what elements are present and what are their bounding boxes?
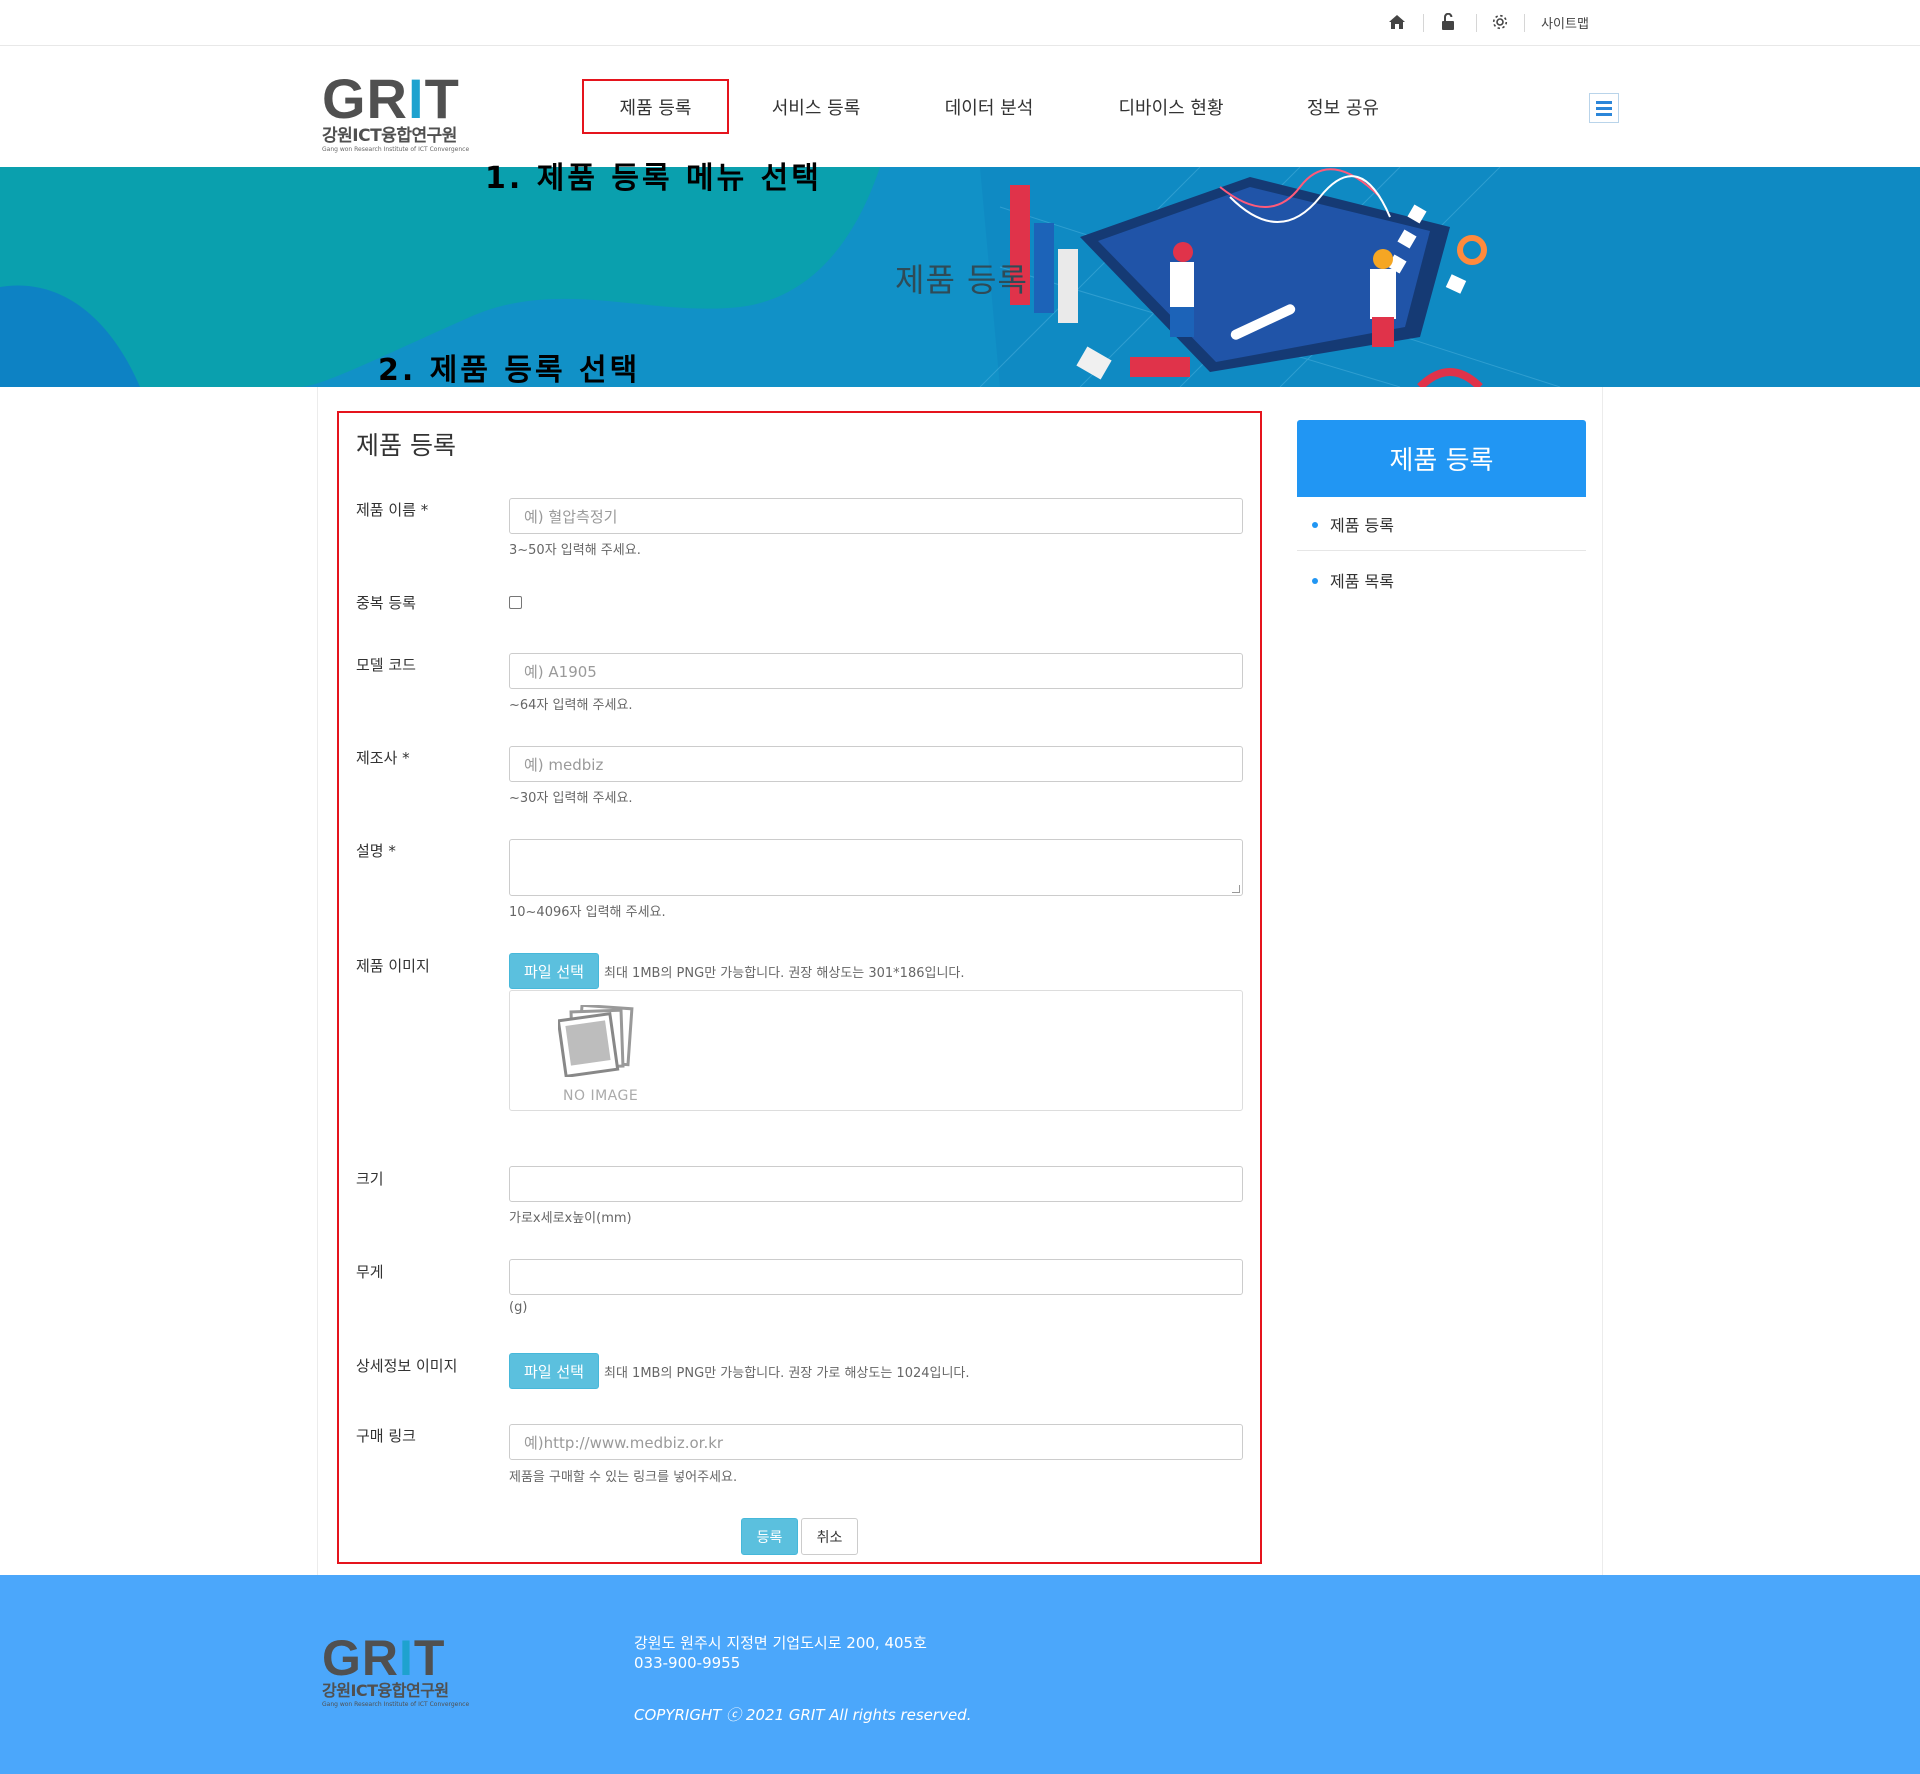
nav-highlight-box [582, 79, 729, 134]
utility-divider [1476, 14, 1477, 32]
product-image-label: 제품 이미지 [356, 957, 430, 975]
detail-image-note: 최대 1MB의 PNG만 가능합니다. 권장 가로 해상도는 1024입니다. [604, 1366, 970, 1381]
sitemap-link[interactable]: 사이트맵 [1532, 10, 1598, 34]
manufacturer-label: 제조사 * [356, 749, 410, 767]
site-logo[interactable]: GRIT 강원ICT융합연구원 Gang won Research Instit… [322, 67, 482, 154]
no-image-label: NO IMAGE [563, 1088, 639, 1104]
footer-copyright: COPYRIGHT ⓒ 2021 GRIT All rights reserve… [634, 1706, 972, 1724]
weight-label: 무게 [356, 1263, 384, 1281]
footer-logo: GRIT 강원ICT융합연구원 Gang won Research Instit… [322, 1630, 482, 1715]
nav-device-status[interactable]: 디바이스 현황 [1101, 46, 1241, 167]
model-code-help: ~64자 입력해 주세요. [509, 698, 633, 713]
home-icon[interactable] [1384, 10, 1410, 34]
purchase-link-input[interactable]: 예)http://www.medbiz.or.kr [509, 1424, 1243, 1460]
model-code-label: 모델 코드 [356, 656, 416, 674]
footer: GRIT 강원ICT융합연구원 Gang won Research Instit… [0, 1575, 1920, 1774]
side-item-label: 제품 목록 [1330, 572, 1394, 591]
utility-bar: 사이트맵 [0, 0, 1920, 46]
bullet-icon [1312, 578, 1318, 584]
content-border-right [1602, 387, 1603, 1575]
page-banner: 제품 등록 [0, 167, 1920, 387]
nav-data-analysis[interactable]: 데이터 분석 [925, 46, 1053, 167]
annotation-step1: 1. 제품 등록 메뉴 선택 [485, 161, 822, 196]
banner-title: 제품 등록 [895, 261, 1028, 299]
size-label: 크기 [356, 1170, 384, 1188]
manufacturer-input[interactable]: 예) medbiz [509, 746, 1243, 782]
description-help: 10~4096자 입력해 주세요. [509, 905, 666, 920]
submit-button[interactable]: 등록 [741, 1518, 798, 1555]
size-input[interactable] [509, 1166, 1243, 1202]
detail-image-file-button[interactable]: 파일 선택 [509, 1353, 599, 1389]
footer-phone: 033-900-9955 [634, 1654, 741, 1672]
footer-logo-english-name: Gang won Research Institute of ICT Conve… [322, 1701, 470, 1708]
purchase-link-help: 제품을 구매할 수 있는 링크를 넣어주세요. [509, 1470, 738, 1485]
header: GRIT 강원ICT융합연구원 Gang won Research Instit… [0, 46, 1920, 167]
bullet-icon [1312, 522, 1318, 528]
product-image-file-button[interactable]: 파일 선택 [509, 953, 599, 989]
resize-grip-icon[interactable] [1232, 885, 1240, 893]
no-image-icon [558, 1005, 634, 1077]
gear-icon[interactable] [1487, 10, 1513, 34]
logo-wordmark: GRIT [322, 67, 460, 130]
footer-logo-wordmark: GRIT [322, 1630, 446, 1686]
product-name-help: 3~50자 입력해 주세요. [509, 543, 641, 558]
product-name-input[interactable]: 예) 혈압측정기 [509, 498, 1243, 534]
utility-divider [1524, 14, 1525, 32]
product-image-note: 최대 1MB의 PNG만 가능합니다. 권장 해상도는 301*186입니다. [604, 966, 965, 981]
duplicate-label: 중복 등록 [356, 594, 416, 612]
logo-english-name: Gang won Research Institute of ICT Conve… [322, 146, 470, 153]
side-item-product-list[interactable]: 제품 목록 [1297, 553, 1586, 607]
description-textarea[interactable] [509, 839, 1243, 896]
manufacturer-help: ~30자 입력해 주세요. [509, 791, 633, 806]
weight-input[interactable] [509, 1259, 1243, 1295]
model-code-input[interactable]: 예) A1905 [509, 653, 1243, 689]
nav-service-register[interactable]: 서비스 등록 [752, 46, 880, 167]
product-name-label: 제품 이름 * [356, 501, 429, 519]
footer-address: 강원도 원주시 지정면 기업도시로 200, 405호 [634, 1634, 927, 1652]
size-help: 가로x세로x높이(mm) [509, 1211, 632, 1226]
utility-divider [1423, 14, 1424, 32]
annotation-step2: 2. 제품 등록 선택 [378, 353, 641, 388]
weight-help: (g) [509, 1300, 528, 1315]
content-border-left [317, 387, 318, 1575]
side-item-label: 제품 등록 [1330, 515, 1394, 535]
side-menu-title: 제품 등록 [1297, 420, 1586, 497]
duplicate-checkbox[interactable] [509, 596, 522, 609]
form-title: 제품 등록 [356, 431, 456, 460]
nav-info-share[interactable]: 정보 공유 [1279, 46, 1407, 167]
side-item-product-register[interactable]: 제품 등록 [1297, 497, 1586, 551]
cancel-button[interactable]: 취소 [801, 1518, 858, 1555]
detail-image-label: 상세정보 이미지 [356, 1357, 458, 1375]
purchase-link-label: 구매 링크 [356, 1427, 416, 1445]
unlock-icon[interactable] [1435, 10, 1461, 34]
description-label: 설명 * [356, 842, 396, 860]
hamburger-menu-icon[interactable] [1589, 93, 1619, 123]
product-form-highlight [337, 411, 1262, 1564]
footer-logo-korean-name: 강원ICT융합연구원 [322, 1681, 449, 1700]
